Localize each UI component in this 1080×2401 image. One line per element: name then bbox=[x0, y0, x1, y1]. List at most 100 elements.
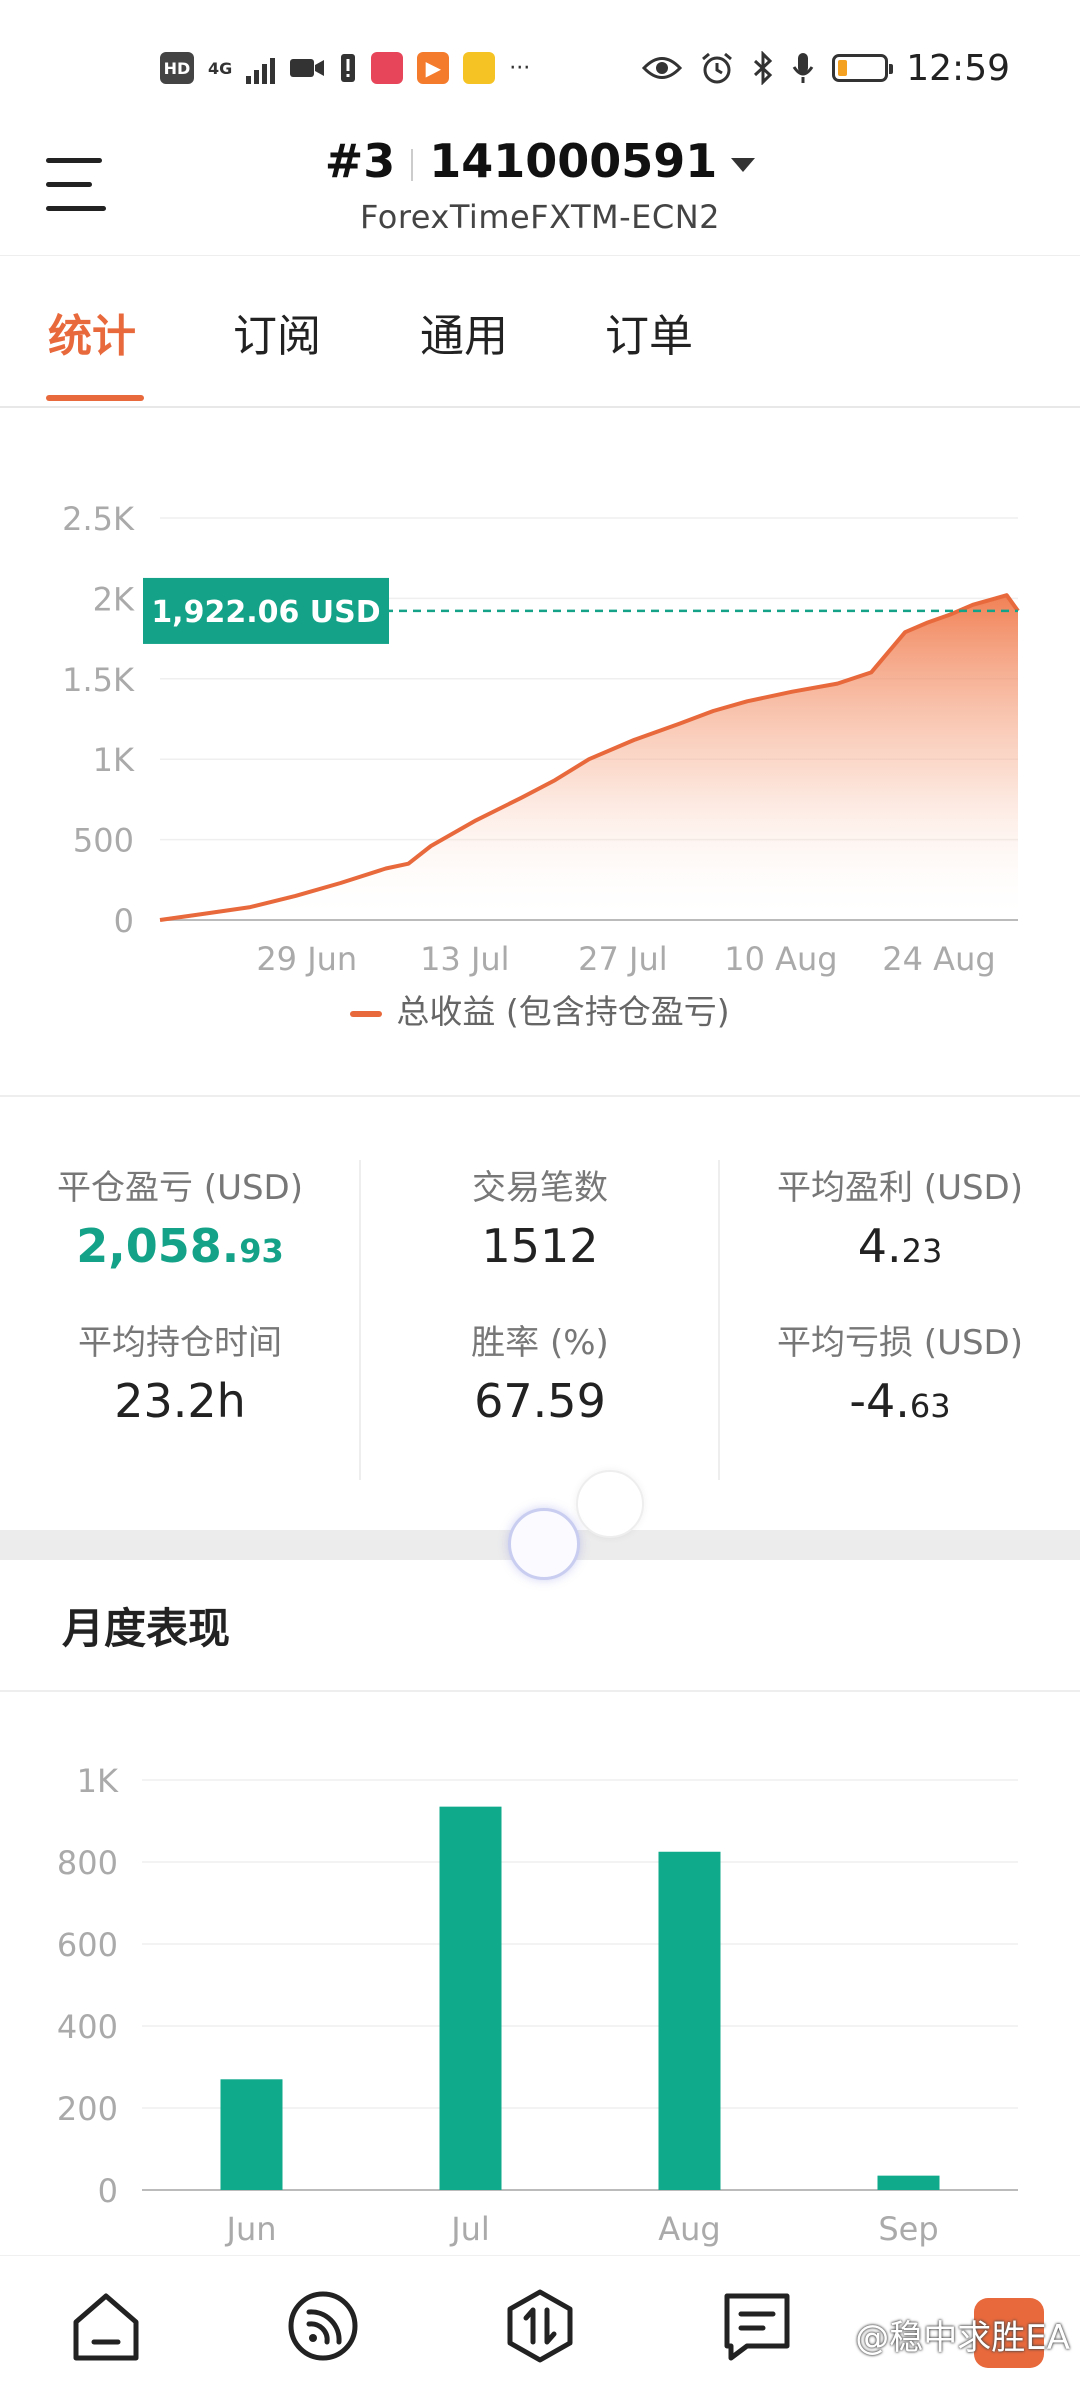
y-tick-label: 500 bbox=[73, 822, 134, 860]
x-tick-label: 10 Aug bbox=[724, 940, 837, 978]
stat-avg-hold: 平均持仓时间 23.2h bbox=[30, 1315, 330, 1428]
bar-jun bbox=[220, 2079, 283, 2190]
stat-label: 胜率 (%) bbox=[471, 1323, 609, 1363]
y-tick-label: 200 bbox=[57, 2090, 118, 2128]
stat-closed-pl: 平仓盈亏 (USD) 2,058.93 bbox=[30, 1160, 330, 1273]
monthly-bar-chart: 0 200 400 600 800 1K Jun Jul Aug Sep bbox=[57, 1762, 1018, 2248]
y-tick-label: 2K bbox=[93, 580, 135, 618]
legend-swatch bbox=[350, 1010, 383, 1017]
stat-value-int: -4. bbox=[849, 1374, 910, 1428]
app-header: #3 141000591 ForexTimeFXTM-ECN2 bbox=[0, 120, 1080, 255]
x-tick-label: 29 Jun bbox=[256, 940, 357, 978]
stat-value-dec: 93 bbox=[239, 1232, 284, 1270]
stat-value: 1512 bbox=[481, 1219, 599, 1273]
alert-icon bbox=[341, 54, 356, 82]
x-tick-label: 13 Jul bbox=[420, 940, 510, 978]
chevron-down-icon bbox=[731, 157, 756, 172]
account-selector[interactable]: #3 141000591 bbox=[0, 134, 1080, 188]
stat-value-int: 4. bbox=[857, 1219, 902, 1273]
y-tick-label: 1.5K bbox=[62, 661, 135, 699]
stat-value: 4.23 bbox=[750, 1219, 1050, 1273]
alarm-icon bbox=[702, 52, 733, 84]
stat-label: 平均亏损 (USD) bbox=[777, 1323, 1023, 1363]
status-bar: HD 4G ▶ ··· 12:59 bbox=[0, 0, 1080, 120]
stat-trades: 交易笔数 1512 bbox=[390, 1160, 690, 1273]
x-tick-label: Jun bbox=[225, 2210, 277, 2248]
signal-icon bbox=[246, 52, 276, 84]
stat-avg-profit: 平均盈利 (USD) 4.23 bbox=[750, 1160, 1050, 1273]
battery-level bbox=[838, 60, 848, 76]
active-tab-indicator bbox=[46, 395, 144, 401]
y-tick-label: 600 bbox=[57, 1926, 118, 1964]
y-tick-label: 800 bbox=[57, 1844, 118, 1882]
stat-label: 平仓盈亏 (USD) bbox=[57, 1168, 303, 1208]
y-tick-label: 0 bbox=[114, 902, 134, 940]
tab-stats[interactable]: 统计 bbox=[48, 300, 136, 364]
loading-indicator bbox=[508, 1508, 580, 1580]
account-server: ForexTimeFXTM-ECN2 bbox=[360, 198, 720, 236]
y-tick-label: 2.5K bbox=[62, 500, 135, 538]
stat-label: 平均持仓时间 bbox=[78, 1323, 282, 1363]
mic-icon bbox=[792, 53, 814, 83]
video-app-icon: ▶ bbox=[417, 52, 450, 84]
bottom-nav: @稳中求胜EA bbox=[0, 2255, 1080, 2401]
more-icon: ··· bbox=[509, 55, 531, 81]
tab-subscribe[interactable]: 订阅 bbox=[233, 300, 321, 364]
stats-separator bbox=[718, 1160, 720, 1480]
game-app-icon bbox=[463, 52, 496, 84]
tab-bar: 统计 订阅 通用 订单 bbox=[0, 255, 1080, 408]
stats-panel: 平仓盈亏 (USD) 2,058.93 交易笔数 1512 平均盈利 (USD)… bbox=[0, 1100, 1080, 1530]
stat-value: -4.63 bbox=[750, 1374, 1050, 1428]
network-type: 4G bbox=[208, 58, 233, 78]
stat-value-dec: 63 bbox=[909, 1387, 951, 1425]
book-app-icon bbox=[371, 52, 404, 84]
messages-icon[interactable] bbox=[717, 2286, 797, 2366]
stat-label: 平均盈利 (USD) bbox=[777, 1168, 1023, 1208]
x-tick-label: 27 Jul bbox=[578, 940, 668, 978]
y-tick-label: 1K bbox=[77, 1762, 119, 1800]
watermark: @稳中求胜EA bbox=[855, 2318, 1070, 2358]
loading-indicator bbox=[576, 1470, 644, 1538]
section-divider bbox=[0, 1690, 1080, 1692]
chart-legend: 总收益 (包含持仓盈亏) bbox=[0, 985, 1080, 1033]
x-tick-label: Jul bbox=[449, 2210, 490, 2248]
monthly-title: 月度表现 bbox=[62, 1604, 231, 1653]
y-tick-label: 400 bbox=[57, 2008, 118, 2046]
battery-icon bbox=[832, 54, 894, 82]
feed-icon[interactable] bbox=[283, 2286, 363, 2366]
y-tick-label: 1K bbox=[93, 741, 135, 779]
stat-win-rate: 胜率 (%) 67.59 bbox=[390, 1315, 690, 1428]
legend-label: 总收益 (包含持仓盈亏) bbox=[396, 992, 730, 1031]
section-divider bbox=[0, 1095, 1080, 1097]
trade-icon[interactable] bbox=[500, 2286, 580, 2366]
bar-sep bbox=[877, 2175, 940, 2190]
tab-orders[interactable]: 订单 bbox=[605, 300, 693, 364]
bar-aug bbox=[658, 1851, 721, 2190]
stat-value: 2,058.93 bbox=[30, 1219, 330, 1273]
stat-value-int: 2,058. bbox=[76, 1219, 240, 1273]
bluetooth-icon bbox=[754, 51, 773, 85]
home-icon[interactable] bbox=[66, 2286, 146, 2366]
stat-value-dec: 23 bbox=[901, 1232, 943, 1270]
account-number: #3 bbox=[324, 134, 396, 188]
eye-icon bbox=[642, 57, 683, 79]
stats-separator bbox=[359, 1160, 361, 1480]
x-tick-label: Sep bbox=[878, 2210, 938, 2248]
tab-general[interactable]: 通用 bbox=[420, 300, 508, 364]
hd-badge: HD bbox=[160, 52, 194, 84]
stat-label: 交易笔数 bbox=[472, 1168, 608, 1208]
status-time: 12:59 bbox=[906, 47, 1010, 89]
x-tick-label: 24 Aug bbox=[882, 940, 995, 978]
bar-jul bbox=[439, 1806, 502, 2190]
x-tick-label: Aug bbox=[658, 2210, 720, 2248]
status-left: HD 4G ▶ ··· bbox=[160, 48, 530, 88]
stat-avg-loss: 平均亏损 (USD) -4.63 bbox=[750, 1315, 1050, 1428]
y-tick-label: 0 bbox=[98, 2172, 118, 2210]
title-separator bbox=[411, 148, 414, 181]
video-icon bbox=[290, 59, 325, 77]
stat-value: 23.2h bbox=[114, 1374, 246, 1428]
stat-value: 67.59 bbox=[474, 1374, 606, 1428]
account-id: 141000591 bbox=[429, 134, 718, 188]
status-right: 12:59 bbox=[642, 44, 1010, 92]
current-value-label: 1,922.06 USD bbox=[151, 595, 380, 630]
